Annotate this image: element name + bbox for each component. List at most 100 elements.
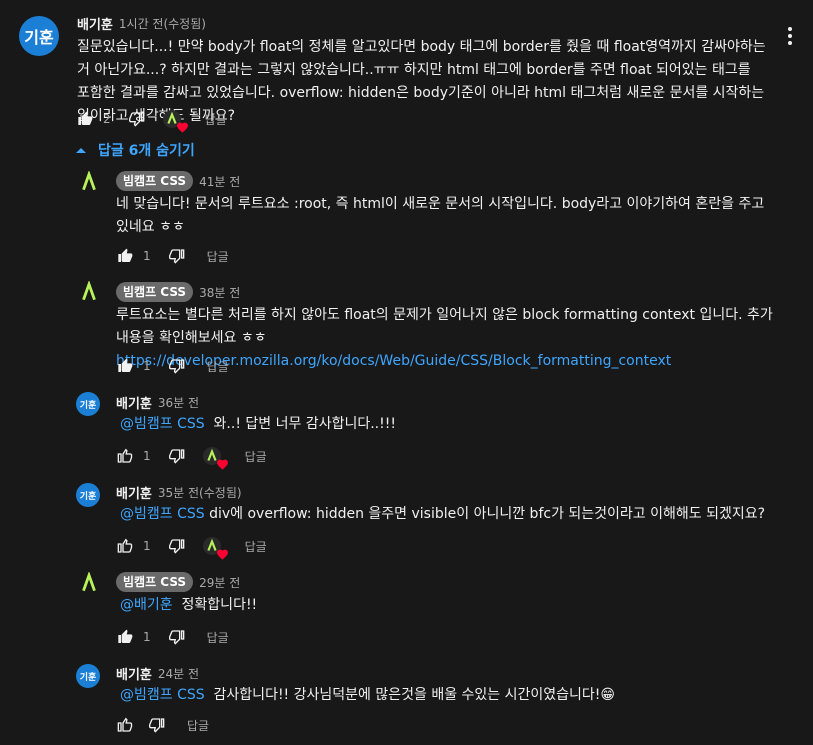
thumb-down-icon bbox=[168, 359, 184, 374]
channel-avatar[interactable] bbox=[75, 569, 103, 597]
reply-button[interactable]: 답글 bbox=[245, 538, 267, 555]
like-button[interactable] bbox=[113, 534, 137, 558]
hide-replies-button[interactable]: 답글 6개 숨기기 bbox=[74, 140, 195, 160]
like-button[interactable] bbox=[113, 444, 137, 468]
reply-time[interactable]: 35분 전(수정됨) bbox=[158, 484, 242, 501]
reply-time[interactable]: 29분 전 bbox=[199, 574, 240, 591]
channel-logo-icon bbox=[82, 572, 96, 592]
dislike-button[interactable] bbox=[165, 244, 189, 268]
comment-time[interactable]: 1시간 전(수정됨) bbox=[119, 15, 206, 32]
avatar[interactable]: 기훈 bbox=[76, 483, 100, 507]
reply-button[interactable]: 답글 bbox=[245, 448, 267, 465]
like-count: 1 bbox=[143, 359, 151, 373]
creator-heart bbox=[161, 107, 188, 133]
reply-header: 배기훈 24분 전 bbox=[116, 664, 199, 683]
reply-text-block: @빔캠프 CSS 와..! 답변 너무 감사합니다..!!! bbox=[120, 413, 396, 436]
like-button[interactable] bbox=[113, 354, 137, 378]
reply-button[interactable]: 답글 bbox=[187, 717, 209, 734]
reply-actions: 1 답글 bbox=[113, 625, 229, 649]
caret-up-icon bbox=[76, 148, 86, 153]
channel-avatar[interactable] bbox=[75, 168, 103, 196]
avatar[interactable]: 기훈 bbox=[76, 392, 100, 416]
thumb-up-icon bbox=[117, 448, 133, 463]
more-vert-icon bbox=[788, 27, 792, 45]
avatar[interactable]: 기훈 bbox=[19, 16, 59, 56]
dislike-button[interactable] bbox=[165, 444, 189, 468]
thumb-up-filled-icon bbox=[118, 629, 133, 643]
reply-header: 빔캠프 CSS 41분 전 bbox=[116, 171, 240, 191]
reply-time[interactable]: 38분 전 bbox=[199, 284, 240, 301]
dislike-button[interactable] bbox=[165, 354, 189, 378]
reply-button[interactable]: 답글 bbox=[207, 248, 229, 265]
reply-actions: 답글 bbox=[113, 713, 209, 737]
reply-time[interactable]: 41분 전 bbox=[199, 173, 240, 190]
channel-avatar[interactable] bbox=[75, 278, 103, 306]
like-button[interactable] bbox=[73, 107, 97, 131]
author-name[interactable]: 배기훈 bbox=[116, 664, 152, 683]
heart-icon bbox=[216, 549, 228, 560]
reply-actions: 1 답글 bbox=[113, 534, 267, 560]
dislike-button[interactable] bbox=[165, 625, 189, 649]
reply-button[interactable]: 답글 bbox=[205, 111, 227, 128]
reply-actions: 1 답글 bbox=[113, 354, 229, 378]
reply-header: 빔캠프 CSS 29분 전 bbox=[116, 572, 240, 592]
dislike-button[interactable] bbox=[145, 713, 169, 737]
author-name[interactable]: 배기훈 bbox=[116, 483, 152, 502]
like-count: 1 bbox=[143, 539, 151, 553]
like-count: 1 bbox=[143, 249, 151, 263]
reply-text: 감사합니다!! 강사님덕분에 많은것을 배울 수있는 시간이였습니다!😁 bbox=[213, 687, 615, 703]
channel-author-chip[interactable]: 빔캠프 CSS bbox=[116, 282, 194, 302]
like-button[interactable] bbox=[113, 625, 137, 649]
hide-replies-label: 답글 6개 숨기기 bbox=[98, 143, 195, 159]
reply-header: 배기훈 35분 전(수정됨) bbox=[116, 483, 242, 502]
thumb-down-icon bbox=[168, 630, 184, 645]
channel-author-chip[interactable]: 빔캠프 CSS bbox=[116, 572, 194, 592]
thumb-up-filled-icon bbox=[118, 358, 133, 372]
mention-link[interactable]: @빔캠프 CSS bbox=[120, 687, 205, 703]
author-name[interactable]: 배기훈 bbox=[116, 393, 152, 412]
like-button[interactable] bbox=[113, 244, 137, 268]
reply-time[interactable]: 24분 전 bbox=[158, 665, 199, 682]
comment-header: 배기훈 1시간 전(수정됨) bbox=[77, 14, 206, 33]
more-menu-button[interactable] bbox=[780, 26, 800, 46]
channel-logo-icon bbox=[82, 281, 96, 301]
thumb-down-icon bbox=[128, 112, 144, 127]
like-count: 1 bbox=[143, 630, 151, 644]
reply-header: 빔캠프 CSS 38분 전 bbox=[116, 282, 240, 302]
reply-text-block: @배기훈 정확합니다!! bbox=[120, 594, 257, 617]
like-count: 2 bbox=[103, 112, 111, 126]
reply-text: 네 맞습니다! 문서의 루트요소 :root, 즉 html이 새로운 문서의 … bbox=[116, 196, 765, 235]
reply-header: 배기훈 36분 전 bbox=[116, 393, 199, 412]
mention-link[interactable]: @배기훈 bbox=[120, 597, 173, 613]
channel-logo-icon bbox=[82, 171, 96, 191]
reply-button[interactable]: 답글 bbox=[207, 629, 229, 646]
avatar[interactable]: 기훈 bbox=[76, 664, 100, 688]
thumb-down-icon bbox=[149, 718, 165, 733]
reply-text: div에 overflow: hidden 을주면 visible이 아니니깐 … bbox=[209, 506, 766, 522]
reply-actions: 1 답글 bbox=[113, 244, 229, 268]
channel-author-chip[interactable]: 빔캠프 CSS bbox=[116, 171, 194, 191]
author-name[interactable]: 배기훈 bbox=[77, 14, 113, 33]
thumb-down-icon bbox=[168, 449, 184, 464]
like-button[interactable] bbox=[113, 713, 137, 737]
comment-actions: 2 답글 bbox=[73, 107, 227, 133]
creator-heart bbox=[201, 534, 228, 560]
heart-icon bbox=[216, 459, 228, 470]
like-count: 1 bbox=[143, 449, 151, 463]
mention-link[interactable]: @빔캠프 CSS bbox=[120, 506, 205, 522]
reply-text: 와..! 답변 너무 감사합니다..!!! bbox=[213, 416, 396, 432]
dislike-button[interactable] bbox=[165, 534, 189, 558]
thumb-down-icon bbox=[168, 249, 184, 264]
reply-text-block: @빔캠프 CSS div에 overflow: hidden 을주면 visib… bbox=[120, 503, 765, 526]
reply-text: 루트요소는 별다른 처리를 하지 않아도 float의 문제가 일어나지 않은 … bbox=[116, 307, 773, 346]
reply-button[interactable]: 답글 bbox=[207, 358, 229, 375]
mention-link[interactable]: @빔캠프 CSS bbox=[120, 416, 205, 432]
heart-icon bbox=[176, 122, 188, 133]
reply-time[interactable]: 36분 전 bbox=[158, 394, 199, 411]
reply-text: 정확합니다!! bbox=[181, 597, 258, 613]
thumb-up-filled-icon bbox=[118, 248, 133, 262]
creator-heart bbox=[201, 444, 228, 470]
dislike-button[interactable] bbox=[125, 107, 149, 131]
reply-actions: 1 답글 bbox=[113, 444, 267, 470]
reply-text-block: @빔캠프 CSS 감사합니다!! 강사님덕분에 많은것을 배울 수있는 시간이였… bbox=[120, 684, 615, 707]
